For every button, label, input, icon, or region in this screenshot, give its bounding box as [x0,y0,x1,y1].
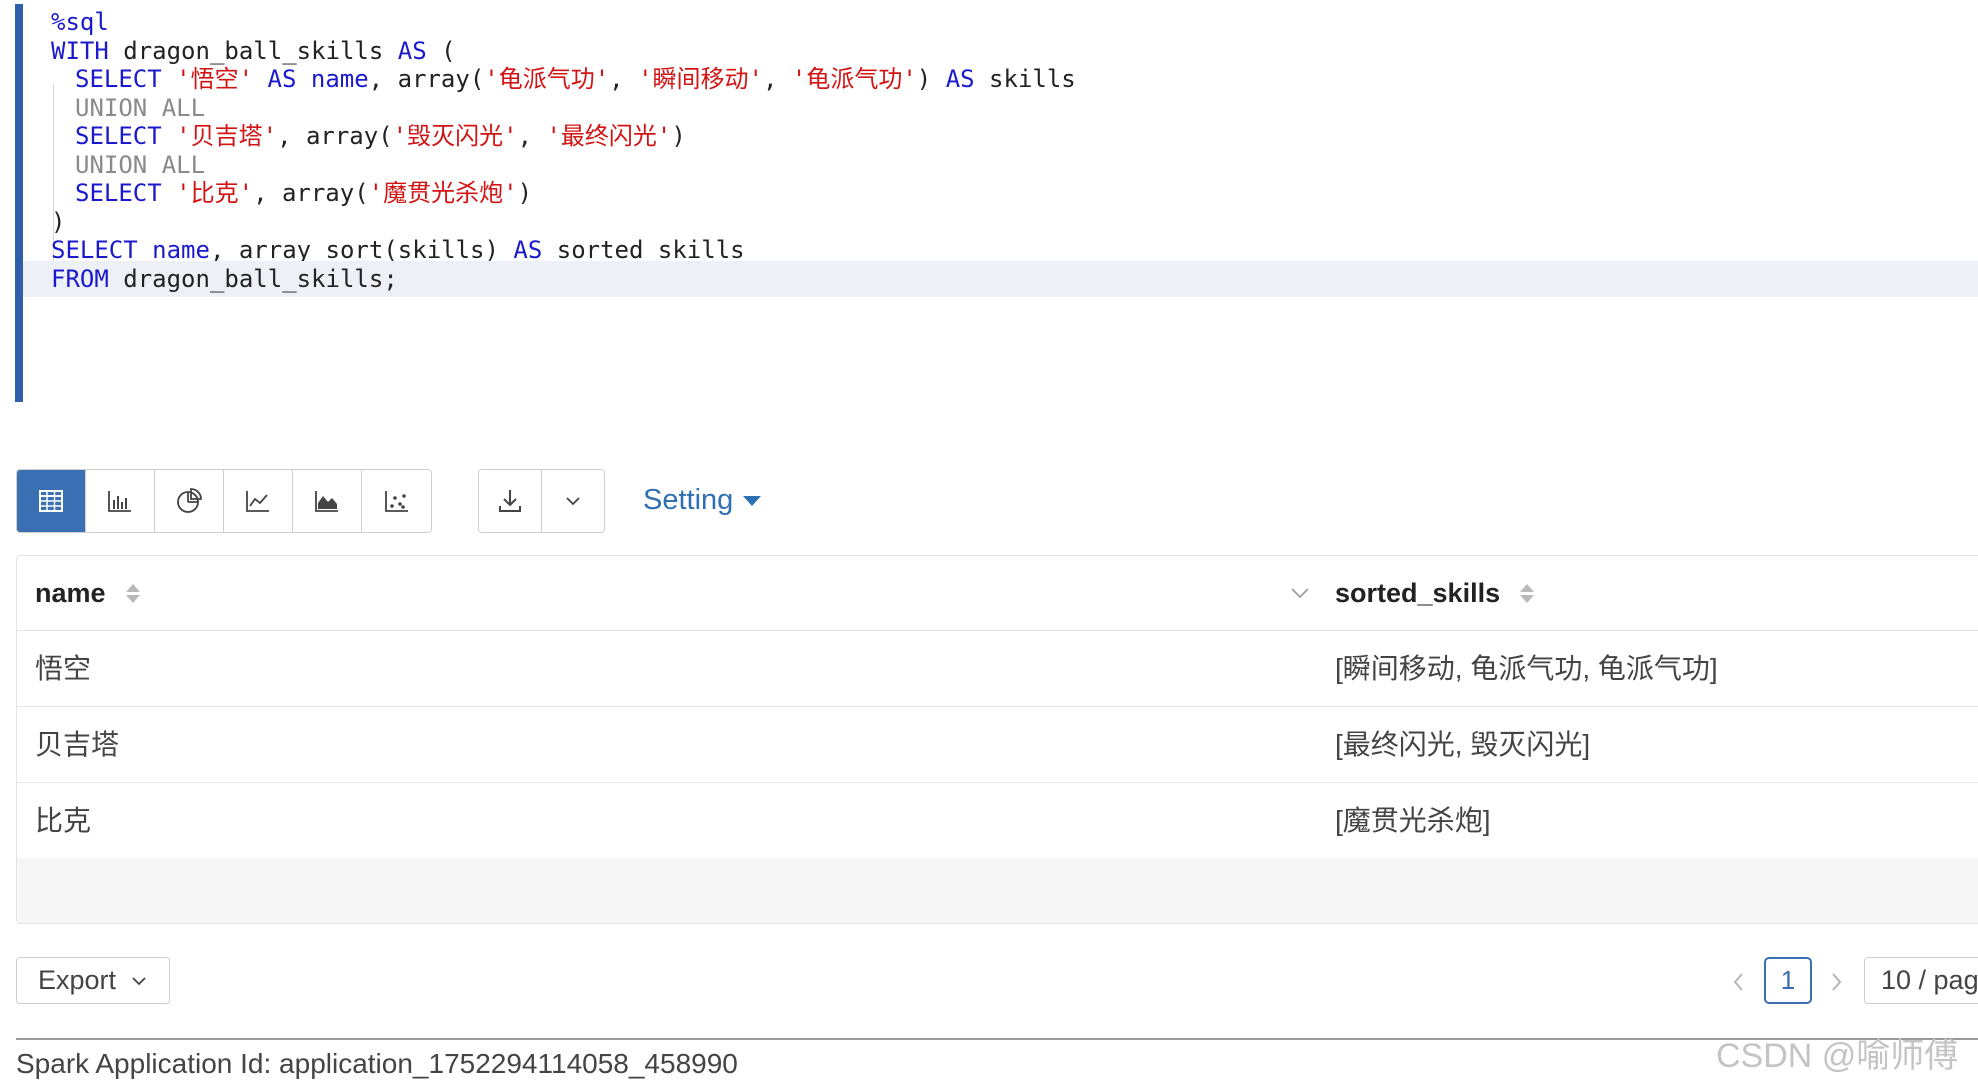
column-menu-chevron-icon[interactable] [1283,576,1317,610]
line-chart-button[interactable] [224,470,293,532]
code-line-3: SELECT '悟空' AS name, array('龟派气功', '瞬间移动… [75,65,1076,93]
page-size-select[interactable]: 10 / page [1864,957,1978,1004]
table-empty-area [17,858,1978,923]
column-header-name[interactable]: name [35,556,140,630]
area-chart-button[interactable] [293,470,362,532]
column-header-label: name [35,577,106,608]
caret-down-icon [743,496,762,506]
chevron-right-icon [1832,973,1842,991]
chevron-down-icon [566,497,580,506]
scatter-chart-icon [384,491,408,512]
pagination-next-button[interactable] [1821,962,1851,1002]
chevron-down-icon [132,976,146,985]
export-label: Export [37,965,117,995]
column-header-sorted-skills[interactable]: sorted_skills [1335,556,1535,630]
table-row: 比克 [魔贯光杀炮] [17,783,1978,859]
sort-icon[interactable] [125,583,140,603]
area-chart-icon [315,491,338,512]
table-icon [39,490,63,512]
pagination-page-1[interactable]: 1 [1764,957,1812,1004]
setting-dropdown[interactable]: Setting [643,480,762,520]
visualization-toggle-group [16,469,432,533]
pagination-prev-button[interactable] [1724,962,1754,1002]
bar-chart-button[interactable] [86,470,155,532]
code-line-10-active: FROM dragon_ball_skills; [23,261,1978,297]
download-button[interactable] [479,470,542,532]
code-line-7: SELECT '比克', array('魔贯光杀炮') [75,179,533,207]
table-header: name sorted_skills [17,556,1978,631]
download-icon [499,490,521,512]
scatter-chart-button[interactable] [362,470,431,532]
column-header-label: sorted_skills [1335,577,1501,608]
watermark: CSDN @喻师傅 [1716,1037,1959,1075]
line-chart-icon [246,491,269,512]
sort-icon[interactable] [1520,583,1535,603]
download-options-button[interactable] [542,470,604,532]
table-cell: [瞬间移动, 龟派气功, 龟派气功] [1335,653,1718,684]
pie-chart-button[interactable] [155,470,224,532]
export-button[interactable]: Export [16,957,170,1004]
result-table: name sorted_skills 悟空 [瞬间移动, 龟派气功, 龟派气功]… [16,555,1978,924]
table-cell: [最终闪光, 毁灭闪光] [1335,729,1591,760]
setting-label: Setting [643,484,734,516]
bar-chart-icon [108,491,131,512]
table-cell: 比克 [35,805,92,836]
pie-chart-icon [177,488,202,513]
table-row: 贝吉塔 [最终闪光, 毁灭闪光] [17,707,1978,783]
table-row: 悟空 [瞬间移动, 龟派气功, 龟派气功] [17,631,1978,707]
table-cell: [魔贯光杀炮] [1335,805,1491,836]
sql-code-editor[interactable]: %sql WITH dragon_ball_skills AS ( SELECT… [15,4,1978,402]
spark-application-id: Spark Application Id: application_175229… [16,1048,738,1079]
table-cell: 贝吉塔 [35,729,120,760]
download-button-group [478,469,605,533]
chevron-left-icon [1733,973,1743,991]
table-cell: 悟空 [35,653,92,684]
divider [16,1038,1978,1040]
table-view-button[interactable] [17,470,86,532]
